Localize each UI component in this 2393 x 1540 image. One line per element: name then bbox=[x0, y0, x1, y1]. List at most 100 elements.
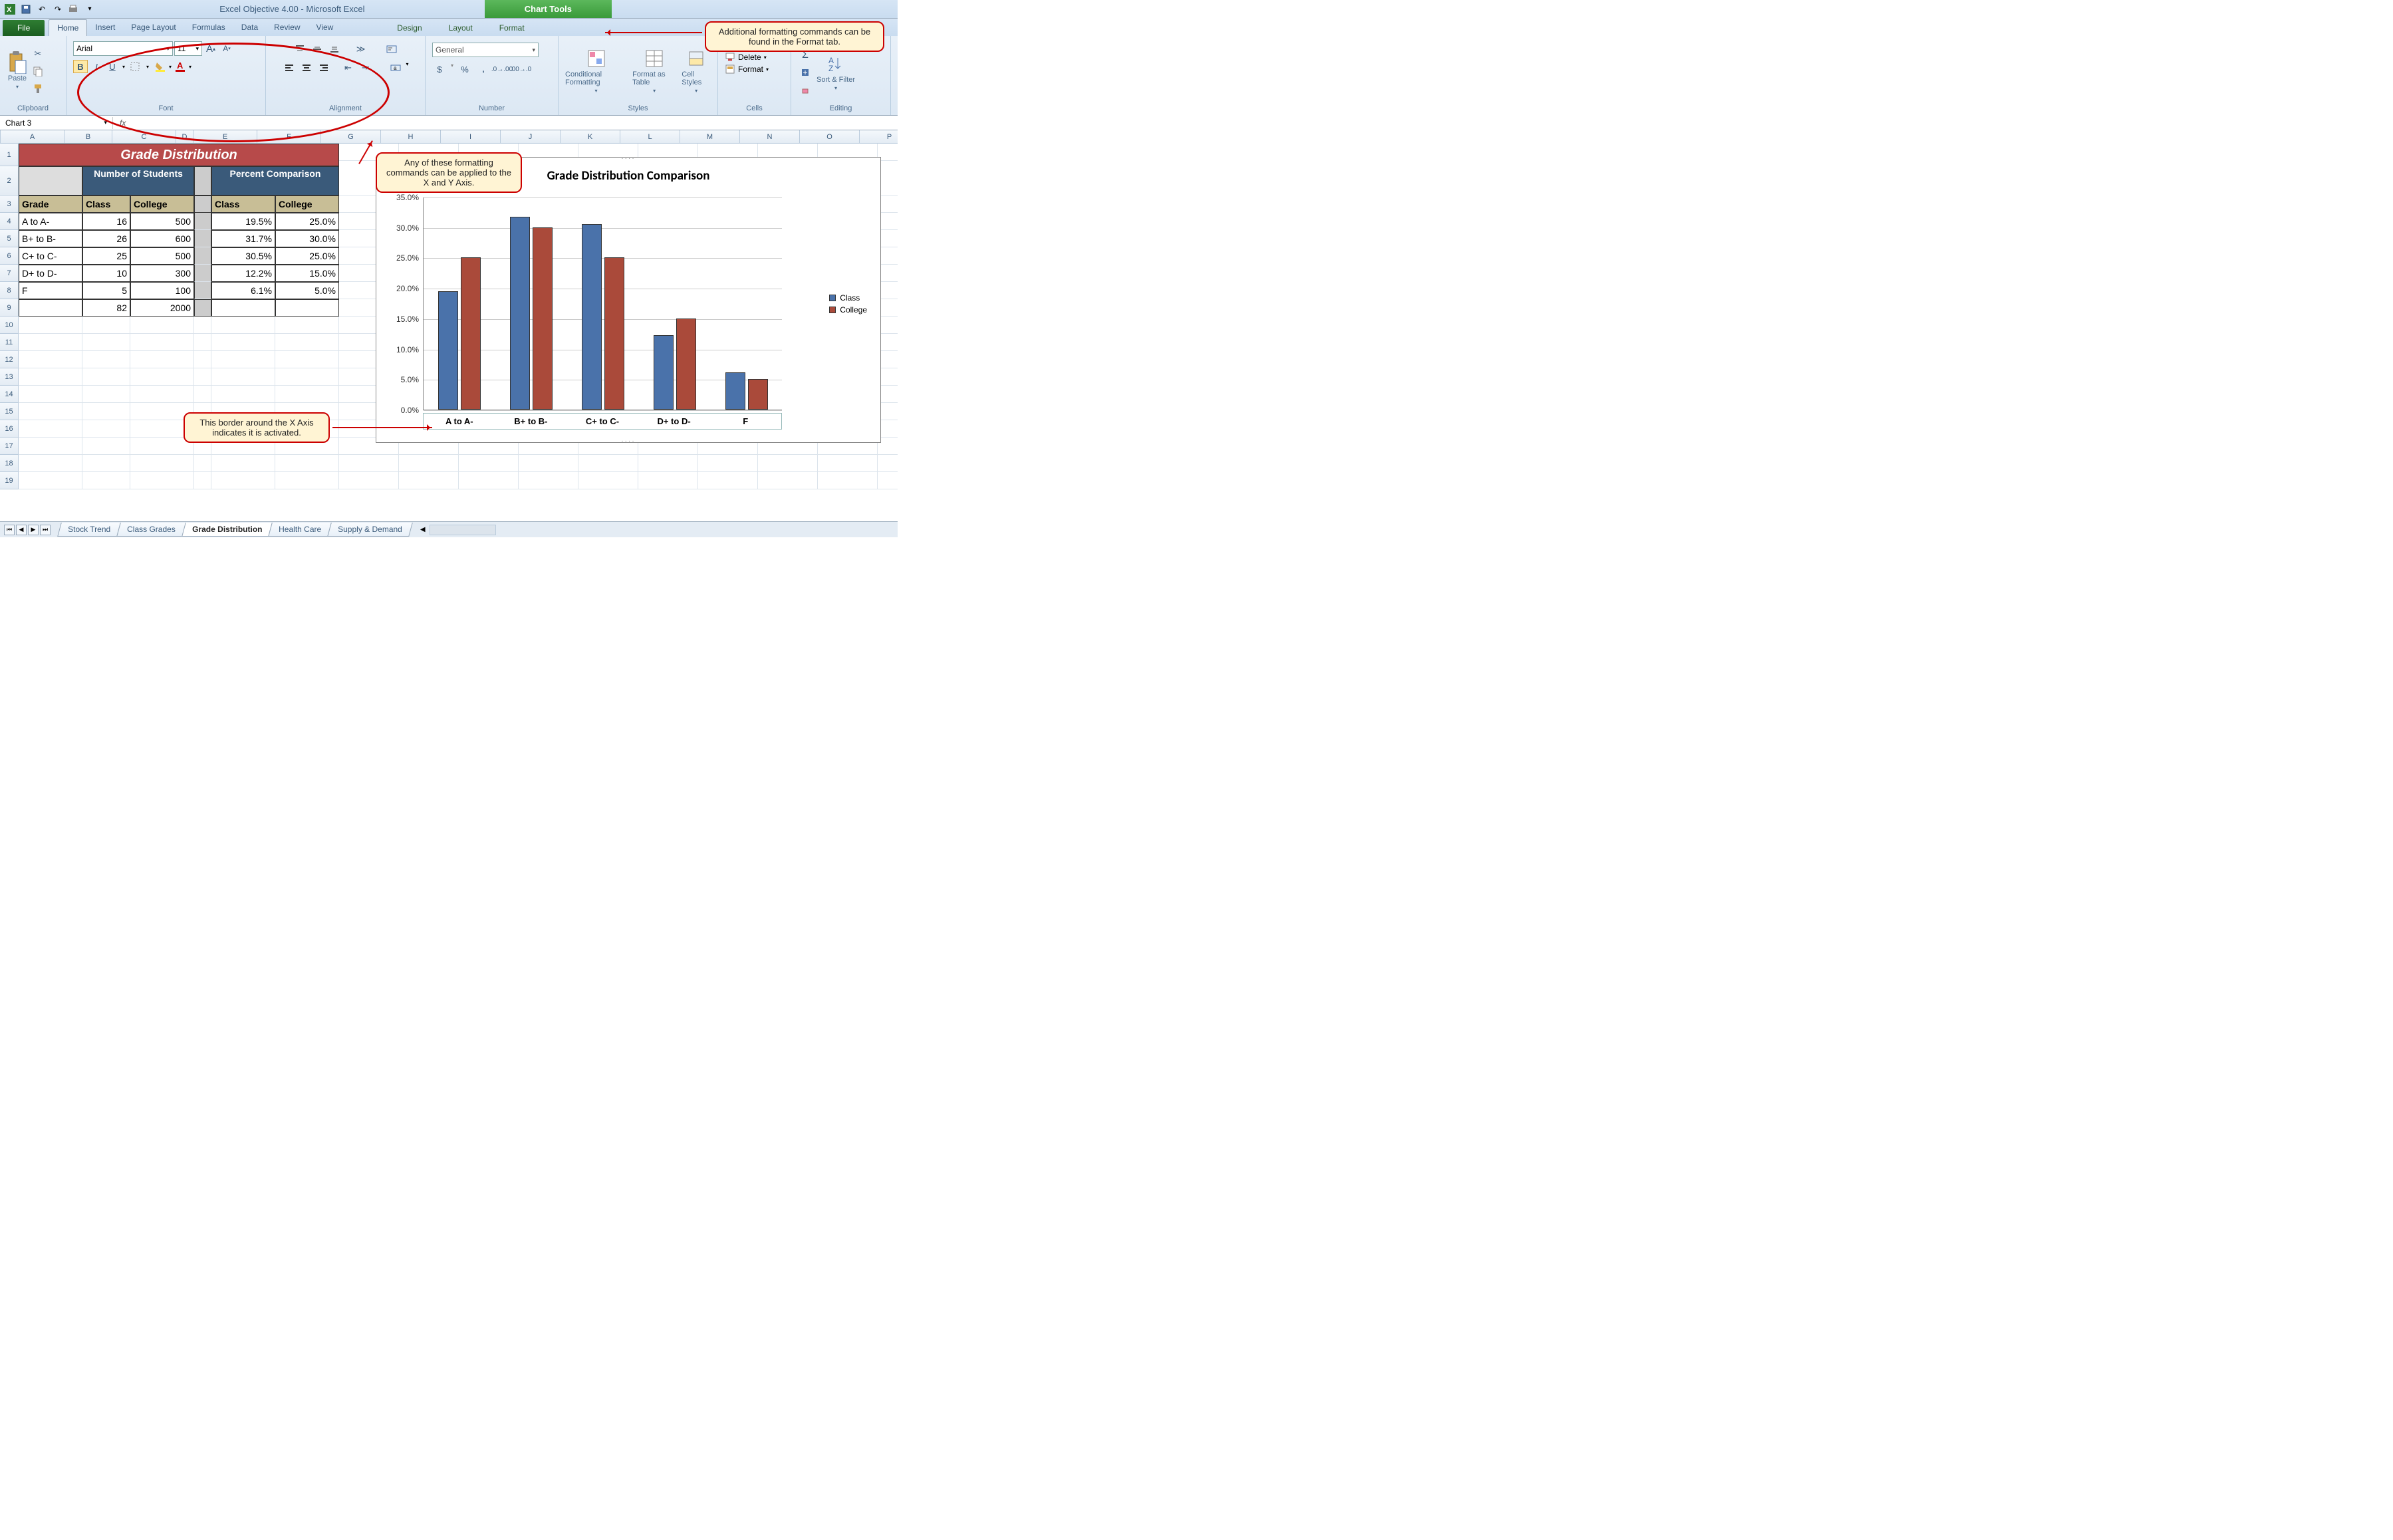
tab-view[interactable]: View bbox=[309, 19, 342, 36]
cell[interactable] bbox=[19, 472, 82, 489]
cell[interactable] bbox=[211, 368, 275, 386]
cell[interactable]: 31.7% bbox=[211, 230, 275, 247]
row-header-7[interactable]: 7 bbox=[0, 265, 19, 282]
cell[interactable]: 300 bbox=[130, 265, 194, 282]
col-header-O[interactable]: O bbox=[800, 130, 860, 143]
cell[interactable] bbox=[82, 368, 130, 386]
chart-bar[interactable] bbox=[654, 335, 674, 410]
font-name-selector[interactable]: Arial▾ bbox=[73, 41, 173, 56]
cell[interactable] bbox=[194, 351, 211, 368]
cell[interactable] bbox=[578, 455, 638, 472]
col-header-P[interactable]: P bbox=[860, 130, 898, 143]
cell[interactable] bbox=[758, 455, 818, 472]
cell[interactable] bbox=[19, 438, 82, 455]
cell[interactable] bbox=[211, 351, 275, 368]
chart-bar[interactable] bbox=[533, 227, 553, 410]
cell[interactable] bbox=[211, 472, 275, 489]
cell[interactable] bbox=[211, 334, 275, 351]
cell[interactable] bbox=[19, 317, 82, 334]
cell[interactable]: 82 bbox=[82, 299, 130, 317]
cell[interactable] bbox=[194, 368, 211, 386]
row-header-5[interactable]: 5 bbox=[0, 230, 19, 247]
increase-font-icon[interactable]: A▴ bbox=[203, 42, 218, 55]
cell[interactable] bbox=[19, 420, 82, 438]
cell[interactable] bbox=[19, 351, 82, 368]
cell[interactable] bbox=[19, 299, 82, 317]
cell[interactable] bbox=[194, 230, 211, 247]
cell[interactable] bbox=[275, 334, 339, 351]
cell[interactable] bbox=[519, 472, 578, 489]
wrap-text-icon[interactable] bbox=[384, 43, 399, 56]
cell[interactable]: 10 bbox=[82, 265, 130, 282]
cell[interactable] bbox=[275, 351, 339, 368]
sheet-tab-health-care[interactable]: Health Care bbox=[268, 523, 332, 537]
horizontal-scrollbar[interactable]: ◀ bbox=[416, 525, 892, 535]
cell[interactable] bbox=[130, 368, 194, 386]
cell[interactable]: 6.1% bbox=[211, 282, 275, 299]
chart-bar[interactable] bbox=[604, 257, 624, 410]
tab-design[interactable]: Design bbox=[386, 20, 432, 36]
align-center-icon[interactable] bbox=[299, 61, 314, 74]
row-header-14[interactable]: 14 bbox=[0, 386, 19, 403]
font-size-selector[interactable]: 11▾ bbox=[174, 41, 202, 56]
font-color-icon[interactable]: A bbox=[173, 60, 188, 73]
col-header-C[interactable]: C bbox=[112, 130, 176, 143]
cell[interactable]: D+ to D- bbox=[19, 265, 82, 282]
conditional-formatting-button[interactable]: Conditional Formatting▾ bbox=[565, 48, 627, 94]
cell[interactable] bbox=[194, 213, 211, 230]
sheet-tab-stock-trend[interactable]: Stock Trend bbox=[57, 523, 121, 537]
cell[interactable] bbox=[82, 472, 130, 489]
chart-object[interactable]: Grade Distribution Comparison 0.0%5.0%10… bbox=[376, 157, 881, 443]
cell[interactable] bbox=[194, 334, 211, 351]
cell[interactable] bbox=[275, 368, 339, 386]
cell[interactable] bbox=[211, 317, 275, 334]
sort-filter-button[interactable]: AZ Sort & Filter▾ bbox=[817, 53, 855, 91]
legend-item[interactable]: Class bbox=[829, 293, 867, 303]
cell[interactable]: 2000 bbox=[130, 299, 194, 317]
cell[interactable] bbox=[758, 472, 818, 489]
sheet-nav-next-icon[interactable]: ▶ bbox=[28, 525, 39, 535]
fx-icon[interactable]: fx bbox=[113, 118, 132, 128]
sheet-tab-supply-demand[interactable]: Supply & Demand bbox=[327, 523, 412, 537]
cell[interactable]: 5.0% bbox=[275, 282, 339, 299]
cell[interactable]: 500 bbox=[130, 247, 194, 265]
cell[interactable] bbox=[130, 317, 194, 334]
sheet-tab-class-grades[interactable]: Class Grades bbox=[116, 523, 186, 537]
tab-format[interactable]: Format bbox=[489, 20, 535, 36]
format-as-table-button[interactable]: Format as Table▾ bbox=[632, 48, 676, 94]
cell[interactable] bbox=[82, 386, 130, 403]
col-header-F[interactable]: F bbox=[257, 130, 321, 143]
cell[interactable] bbox=[275, 386, 339, 403]
cell[interactable] bbox=[82, 455, 130, 472]
align-left-icon[interactable] bbox=[282, 61, 297, 74]
cell[interactable] bbox=[82, 334, 130, 351]
number-format-selector[interactable]: General▾ bbox=[432, 43, 539, 57]
cell[interactable] bbox=[459, 472, 519, 489]
cell[interactable] bbox=[194, 299, 211, 317]
cell[interactable] bbox=[82, 403, 130, 420]
legend-item[interactable]: College bbox=[829, 305, 867, 315]
cell[interactable] bbox=[578, 472, 638, 489]
cell[interactable] bbox=[82, 420, 130, 438]
cell[interactable] bbox=[211, 455, 275, 472]
increase-decimal-icon[interactable]: .0→.00 bbox=[495, 63, 509, 76]
cell[interactable] bbox=[818, 455, 878, 472]
cell[interactable]: Class bbox=[211, 195, 275, 213]
cell[interactable]: Grade bbox=[19, 195, 82, 213]
italic-button[interactable]: I bbox=[89, 60, 104, 73]
cell[interactable]: College bbox=[275, 195, 339, 213]
tab-page-layout[interactable]: Page Layout bbox=[123, 19, 184, 36]
cell[interactable] bbox=[698, 472, 758, 489]
sheet-nav-prev-icon[interactable]: ◀ bbox=[16, 525, 27, 535]
cell[interactable]: 100 bbox=[130, 282, 194, 299]
cell[interactable] bbox=[638, 455, 698, 472]
table-title[interactable]: Grade Distribution bbox=[19, 144, 339, 166]
chart-x-label[interactable]: B+ to B- bbox=[495, 414, 567, 429]
tab-review[interactable]: Review bbox=[266, 19, 308, 36]
cell[interactable] bbox=[339, 455, 399, 472]
cell[interactable] bbox=[339, 472, 399, 489]
col-header-H[interactable]: H bbox=[381, 130, 441, 143]
cell[interactable] bbox=[194, 247, 211, 265]
chart-legend[interactable]: Class College bbox=[829, 291, 867, 317]
chart-x-label[interactable]: F bbox=[709, 414, 781, 429]
